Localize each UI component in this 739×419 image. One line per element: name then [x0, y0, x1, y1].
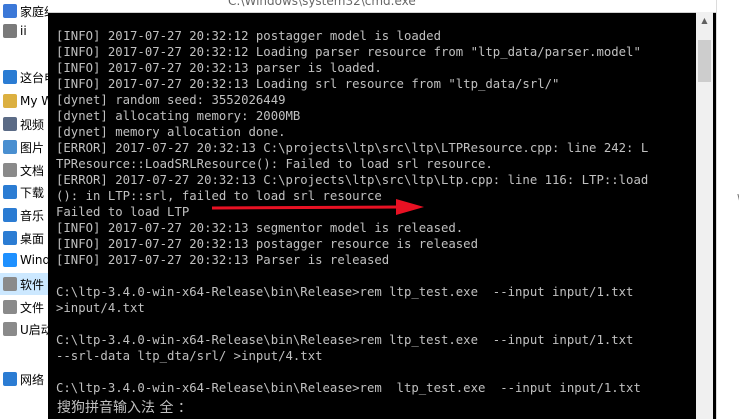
sidebar-item[interactable]: 文件	[0, 296, 48, 318]
console-line: C:\ltp-3.4.0-win-x64-Release\bin\Release…	[56, 285, 634, 299]
sidebar-item[interactable]: 桌面	[0, 227, 48, 249]
console-line: [dynet] random seed: 3552026449	[56, 93, 286, 107]
console-line: [INFO] 2017-07-27 20:32:13 Parser is rel…	[56, 253, 390, 267]
sidebar-item[interactable]: 音乐	[0, 204, 48, 226]
ime-status-bar: 搜狗拼音输入法 全 ：	[57, 400, 192, 416]
drive-icon	[3, 300, 17, 314]
sidebar-item-label: 桌面	[20, 231, 45, 246]
console-line: TPResource::LoadSRLResource(): Failed to…	[56, 157, 493, 171]
sidebar-item[interactable]: 这台电脑	[0, 66, 48, 88]
desktop-folder-icon	[3, 231, 17, 245]
sidebar-item[interactable]: 软件	[0, 273, 48, 295]
sidebar-item[interactable]: 下载	[0, 181, 48, 203]
vertical-scrollbar[interactable]: ▲	[696, 12, 713, 419]
console-line: >input/4.txt	[56, 301, 145, 315]
folder-icon	[3, 94, 17, 108]
sidebar-item-label: 下载	[20, 185, 45, 200]
console-line: [INFO] 2017-07-27 20:32:13 parser is loa…	[56, 61, 382, 75]
sidebar-item-label: 这台电脑	[20, 70, 48, 85]
console-line: --srl-data ltp_dta/srl/ >input/4.txt	[56, 349, 323, 363]
console-line: [INFO] 2017-07-27 20:32:13 segmentor mod…	[56, 221, 464, 235]
console-line: [dynet] memory allocation done.	[56, 125, 286, 139]
console-line: C:\ltp-3.4.0-win-x64-Release\bin\Release…	[56, 333, 634, 347]
sidebar-item-label: 文件	[20, 300, 45, 315]
window-title: C:\Windows\system32\cmd.exe	[228, 0, 416, 8]
sidebar-item[interactable]: 家庭组	[0, 0, 48, 22]
sidebar-item[interactable]: 网络	[0, 368, 48, 390]
sidebar-item-label: 图片	[20, 140, 45, 155]
usb-drive-icon	[3, 322, 17, 336]
sidebar-item[interactable]: 图片	[0, 136, 48, 158]
sidebar-item-label: Wind	[20, 253, 48, 267]
sidebar-item[interactable]: 视频	[0, 113, 48, 135]
console-title-bar[interactable]: C:\Windows\system32\cmd.exe	[48, 0, 716, 13]
console-line: [INFO] 2017-07-27 20:32:13 postagger res…	[56, 237, 478, 251]
drive-icon	[3, 253, 17, 267]
video-folder-icon	[3, 117, 17, 131]
console-line: [dynet] allocating memory: 2000MB	[56, 109, 301, 123]
console-line: [ERROR] 2017-07-27 20:32:13 C:\projects\…	[56, 173, 649, 187]
console-line: [INFO] 2017-07-27 20:32:12 postagger mod…	[56, 29, 441, 43]
console-line: [INFO] 2017-07-27 20:32:12 Loading parse…	[56, 45, 641, 59]
console-line: C:\ltp-3.4.0-win-x64-Release\bin\Release…	[56, 381, 641, 395]
sidebar-item[interactable]: 文档	[0, 159, 48, 181]
user-icon	[3, 24, 17, 38]
download-folder-icon	[3, 185, 17, 199]
explorer-nav-pane: 家庭组 ii 这台电脑 My W 视频图片文档下载音乐桌面 Wind 软件文件 U启动网络	[0, 0, 48, 419]
sidebar-item-label: U启动	[20, 322, 48, 337]
sidebar-item-label: 家庭组	[20, 4, 48, 19]
drive-icon	[3, 277, 17, 291]
background-window-edge: W	[716, 0, 739, 419]
console-line: Failed to load LTP	[56, 205, 190, 219]
scroll-up-arrow-icon[interactable]: ▲	[696, 12, 713, 29]
homegroup-icon	[3, 4, 17, 18]
sidebar-item-label: 视频	[20, 117, 45, 132]
sidebar-item[interactable]: U启动	[0, 318, 48, 340]
documents-folder-icon	[3, 163, 17, 177]
sidebar-item-label: 网络	[20, 372, 45, 387]
sidebar-item-label: 音乐	[20, 208, 45, 223]
sidebar-item[interactable]: My W	[0, 90, 48, 112]
scrollbar-thumb[interactable]	[698, 40, 711, 82]
console-output: [INFO] 2017-07-27 20:32:12 postagger mod…	[56, 28, 696, 398]
sidebar-item-label: 文档	[20, 163, 45, 178]
console-line: [INFO] 2017-07-27 20:32:13 Loading srl r…	[56, 77, 560, 91]
sidebar-item-label: ii	[20, 24, 27, 38]
sidebar-item[interactable]: Wind	[0, 249, 48, 271]
computer-icon	[3, 70, 17, 84]
console-line: (): in LTP::srl, failed to load srl reso…	[56, 189, 382, 203]
pictures-folder-icon	[3, 140, 17, 154]
sidebar-item-label: 软件	[20, 277, 45, 292]
network-icon	[3, 372, 17, 386]
music-folder-icon	[3, 208, 17, 222]
sidebar-item[interactable]: ii	[0, 20, 48, 42]
sidebar-item-label: My W	[20, 94, 48, 108]
console-line: [ERROR] 2017-07-27 20:32:13 C:\projects\…	[56, 141, 649, 155]
